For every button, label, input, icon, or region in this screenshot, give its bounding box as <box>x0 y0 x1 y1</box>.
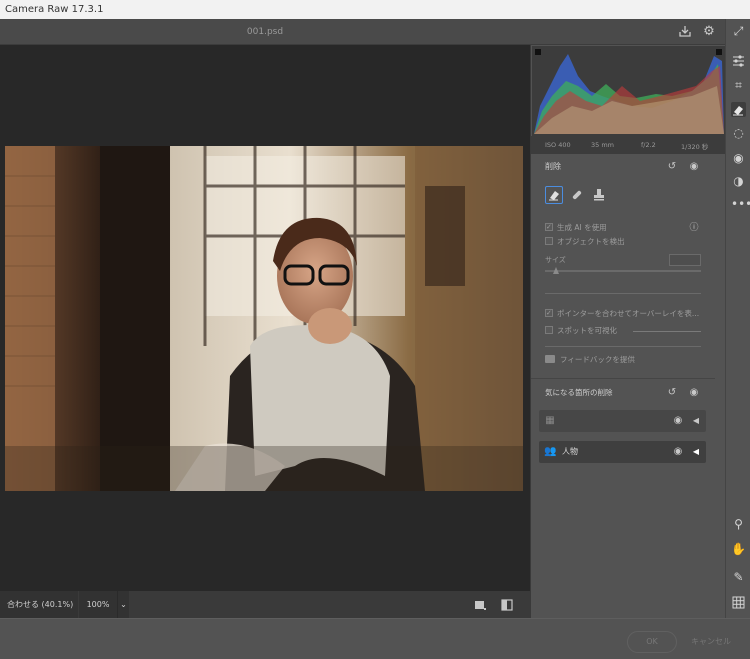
save-icon[interactable] <box>677 24 693 40</box>
visibility-eye-icon[interactable]: ◉ <box>672 415 684 427</box>
visualize-spots-slider[interactable] <box>633 331 701 332</box>
size-slider-track[interactable] <box>545 270 701 272</box>
gear-icon[interactable]: ⚙ <box>701 24 717 40</box>
highlight-clipping-icon <box>716 49 722 55</box>
app-title: Camera Raw 17.3.1 <box>5 4 104 15</box>
stamp-icon <box>594 189 604 201</box>
expand-arrow-icon[interactable]: ◀ <box>690 415 702 427</box>
exif-shutter: 1/320 秒 <box>681 143 709 151</box>
sliders-icon[interactable] <box>731 53 746 68</box>
heal-tool-button[interactable] <box>569 187 585 203</box>
zoom-dropdown[interactable]: ⌄ <box>117 591 129 618</box>
feedback-link[interactable]: フィードバックを提供 <box>545 354 635 366</box>
zoom-icon[interactable]: ⚲ <box>731 517 746 532</box>
detect-objects-checkbox[interactable]: オブジェクトを検出 <box>545 236 625 248</box>
tool-strip: ⤢ ⌗ ◌ ◉ ◑ ••• ⚲ ✋ ✎ <box>725 19 750 618</box>
divider <box>545 346 701 347</box>
eraser-tool-icon <box>549 191 559 201</box>
clone-tool-button[interactable] <box>591 187 607 203</box>
exif-iso: ISO 400 <box>545 141 571 149</box>
checkbox-checked-icon[interactable] <box>545 221 553 233</box>
feedback-label: フィードバックを提供 <box>560 355 635 364</box>
distraction-row-label: 人物 <box>562 447 578 456</box>
size-value-field[interactable] <box>669 254 701 266</box>
remove-title: 削除 <box>545 162 561 171</box>
visualize-spots-checkbox[interactable]: スポットを可視化 <box>545 325 617 337</box>
photo-image <box>5 146 523 491</box>
visibility-eye-icon[interactable]: ◉ <box>688 161 700 173</box>
top-bar: 001.psd ⚙ <box>0 19 725 45</box>
masking-icon[interactable]: ◌ <box>731 126 746 141</box>
checkbox-unchecked-icon[interactable] <box>545 326 553 334</box>
feedback-icon <box>545 355 555 363</box>
document-filename: 001.psd <box>246 27 284 37</box>
exif-aperture: f/2.2 <box>641 141 656 149</box>
checkbox-checked-icon[interactable] <box>545 307 553 319</box>
remove-tool-button[interactable] <box>545 186 563 204</box>
histogram <box>532 46 725 136</box>
zoom-100-button[interactable]: 100% <box>79 591 117 618</box>
distraction-row-reflections[interactable]: ▦ ◉ ◀ <box>539 410 706 432</box>
dialog-footer: OK キャンセル <box>0 618 750 659</box>
visibility-eye-icon[interactable]: ◉ <box>672 446 684 458</box>
eye-icon[interactable]: ◉ <box>731 151 746 166</box>
expand-icon[interactable]: ⤢ <box>731 24 746 39</box>
status-bar: 合わせる (40.1%) 100% ⌄ <box>0 591 530 618</box>
eraser-icon[interactable] <box>731 102 746 117</box>
cancel-button[interactable]: キャンセル <box>686 631 736 653</box>
view-mode-icon[interactable] <box>473 597 487 611</box>
exif-info: ISO 400 35 mm f/2.2 1/320 秒 <box>531 136 726 154</box>
reset-icon[interactable]: ↺ <box>666 161 678 173</box>
visualize-spots-label: スポットを可視化 <box>557 326 617 335</box>
overlay-on-hover-checkbox[interactable]: ポインターを合わせてオーバーレイを表... <box>545 307 700 320</box>
reflections-icon: ▦ <box>545 415 555 426</box>
crop-icon[interactable]: ⌗ <box>731 78 746 93</box>
visibility-eye-icon[interactable]: ◉ <box>688 387 700 399</box>
reset-icon[interactable]: ↺ <box>666 387 678 399</box>
photo-preview[interactable] <box>5 146 523 491</box>
expand-arrow-icon[interactable]: ◀ <box>690 446 702 458</box>
overlay-on-hover-label: ポインターを合わせてオーバーレイを表... <box>557 309 700 318</box>
presets-icon[interactable]: ◑ <box>731 174 746 189</box>
bandage-icon <box>572 190 582 200</box>
shadow-clipping-icon <box>535 49 541 55</box>
before-after-icon[interactable] <box>500 597 514 611</box>
ok-button[interactable]: OK <box>627 631 677 653</box>
size-label: サイズ <box>545 256 566 264</box>
section-divider <box>531 378 715 379</box>
use-generative-ai-label: 生成 AI を使用 <box>557 223 607 232</box>
image-canvas[interactable] <box>0 45 530 591</box>
window-title-bar: Camera Raw 17.3.1 <box>0 0 750 19</box>
exif-focal: 35 mm <box>591 141 615 149</box>
info-icon[interactable]: ⓘ <box>688 222 700 234</box>
fit-zoom-button[interactable]: 合わせる (40.1%) <box>0 591 78 618</box>
distraction-row-people[interactable]: 👥 人物 ◉ ◀ <box>539 441 706 463</box>
hand-icon[interactable]: ✋ <box>731 542 746 557</box>
grid-icon[interactable] <box>731 596 746 611</box>
use-generative-ai-checkbox[interactable]: 生成 AI を使用 <box>545 221 607 234</box>
people-icon: 👥 <box>544 446 557 457</box>
detect-objects-label: オブジェクトを検出 <box>557 237 625 246</box>
more-icon[interactable]: ••• <box>731 197 750 212</box>
color-sampler-icon[interactable]: ✎ <box>731 570 746 585</box>
edit-panel: ISO 400 35 mm f/2.2 1/320 秒 削除 ↺ ◉ 生成 AI… <box>530 45 726 618</box>
checkbox-unchecked-icon[interactable] <box>545 237 553 245</box>
divider <box>545 293 701 294</box>
distraction-title: 気になる箇所の削除 <box>545 388 613 397</box>
